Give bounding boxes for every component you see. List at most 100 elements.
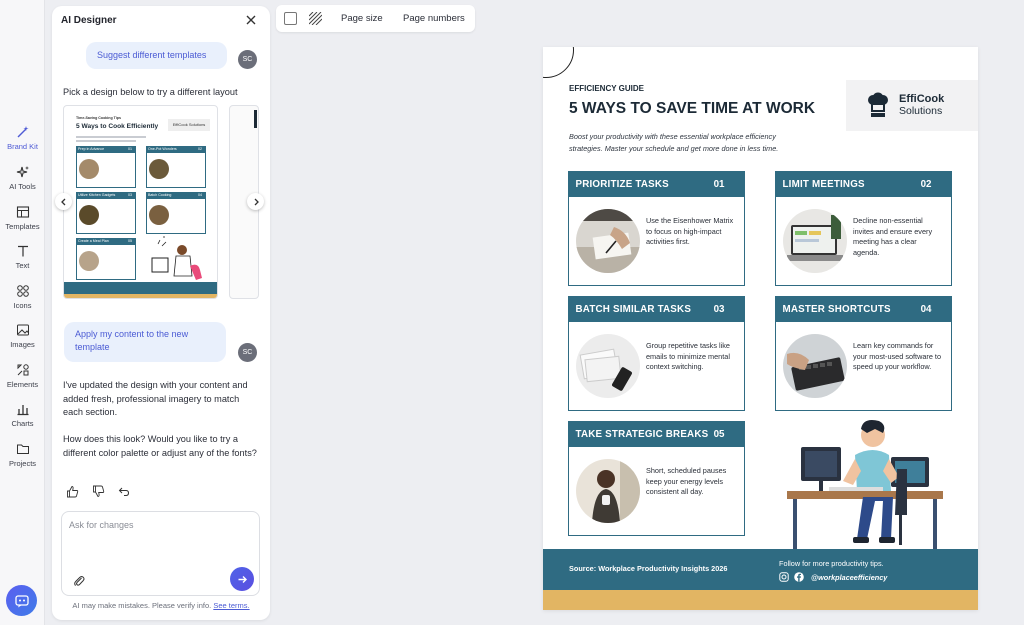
tip-header: LIMIT MEETINGS 02 <box>774 170 952 197</box>
tip-photo <box>783 334 847 398</box>
tip-number: 05 <box>713 428 725 440</box>
template-footer-gold <box>64 294 217 298</box>
rail-label: Text <box>15 261 30 270</box>
tip-card[interactable]: BATCH SIMILAR TASKS 03 Group repetitive … <box>567 295 745 411</box>
rail-label: AI Tools <box>9 182 36 191</box>
tip-text: Use the Eisenhower Matrix to focus on hi… <box>646 216 734 247</box>
rail-projects[interactable]: Projects <box>0 442 45 480</box>
tip-text: Group repetitive tasks like emails to mi… <box>646 341 730 372</box>
tip-text: Learn key commands for your most-used so… <box>853 341 942 372</box>
terms-link[interactable]: See terms. <box>213 601 249 610</box>
carousel-next-button[interactable] <box>247 193 264 210</box>
template-photo <box>79 205 99 225</box>
template-section-num: 05 <box>128 239 132 243</box>
brand-logo: EffiCook Solutions <box>846 80 978 131</box>
page-size-button[interactable]: Page size <box>341 5 383 32</box>
chat-input[interactable] <box>69 520 249 560</box>
rail-label: Projects <box>8 459 37 468</box>
magic-wand-icon <box>17 126 29 138</box>
tip-number: 02 <box>920 178 932 190</box>
pattern-icon[interactable] <box>309 12 322 25</box>
template-footer-band <box>64 282 217 294</box>
tip-header: TAKE STRATEGIC BREAKS 05 <box>567 420 745 447</box>
rail-elements[interactable]: Elements <box>0 363 45 401</box>
chat-input-box <box>61 511 260 596</box>
sparkles-icon <box>16 166 29 178</box>
thumbs-up-icon[interactable] <box>66 485 79 498</box>
tip-card[interactable]: LIMIT MEETINGS 02 Decline non-essential … <box>774 170 952 286</box>
tip-text: Short, scheduled pauses keep your energy… <box>646 466 727 497</box>
background-color-button[interactable] <box>284 12 297 25</box>
document-page[interactable]: EFFICIENCY GUIDE 5 WAYS TO SAVE TIME AT … <box>543 47 978 610</box>
assistant-message: I've updated the design with your conten… <box>63 380 248 417</box>
footer-source: Source: Workplace Productivity Insights … <box>569 564 728 573</box>
template-accent-bar <box>254 110 257 128</box>
page-numbers-button[interactable]: Page numbers <box>403 5 465 32</box>
chef-hat-icon <box>868 92 888 117</box>
left-rail: Brand Kit AI Tools Templates Text Icons … <box>0 0 45 625</box>
carousel-prev-button[interactable] <box>55 193 72 210</box>
tip-photo <box>576 459 640 523</box>
decorative-arc <box>543 47 574 78</box>
footer-gold-band <box>543 590 978 610</box>
tip-card[interactable]: TAKE STRATEGIC BREAKS 05 Short, schedule… <box>567 420 745 536</box>
send-button[interactable] <box>230 567 254 591</box>
rail-charts[interactable]: Charts <box>0 402 45 440</box>
elements-icon <box>17 364 29 376</box>
paperclip-icon[interactable] <box>72 574 86 588</box>
instagram-icon <box>779 572 789 582</box>
footer-follow: Follow for more productivity tips. <box>779 559 884 568</box>
document-title: 5 WAYS TO SAVE TIME AT WORK <box>569 100 816 117</box>
rail-images[interactable]: Images <box>0 323 45 361</box>
image-icon <box>16 324 29 336</box>
folder-icon <box>16 444 29 454</box>
rail-label: Elements <box>6 380 39 389</box>
tip-card[interactable]: PRIORITIZE TASKS 01 Use the Eisenhower M… <box>567 170 745 286</box>
thumbs-down-icon[interactable] <box>92 485 105 498</box>
rail-ai-tools[interactable]: AI Tools <box>0 165 45 203</box>
chat-bot-icon <box>14 594 29 607</box>
tip-photo <box>576 334 640 398</box>
tip-text: Decline non-essential invites and ensure… <box>853 216 933 257</box>
footer-handle: @workplaceefficiency <box>811 573 888 582</box>
tip-header: PRIORITIZE TASKS 01 <box>567 170 745 197</box>
tip-photo <box>576 209 640 273</box>
tip-title: PRIORITIZE TASKS <box>575 178 669 190</box>
template-photo <box>149 159 169 179</box>
feedback-actions <box>66 485 136 499</box>
bar-chart-icon <box>17 405 28 416</box>
tip-header: BATCH SIMILAR TASKS 03 <box>567 295 745 322</box>
rail-text[interactable]: Text <box>0 244 45 282</box>
brand-name: EffiCook <box>899 93 945 105</box>
undo-icon[interactable] <box>118 486 130 497</box>
ai-assistant-button[interactable] <box>6 585 37 616</box>
rail-brand-kit[interactable]: Brand Kit <box>0 125 45 163</box>
template-section-num: 03 <box>128 193 132 197</box>
template-section-title: Batch Cooking <box>148 193 172 197</box>
rail-label: Icons <box>13 301 32 310</box>
shapes-icon <box>16 285 29 297</box>
tip-card[interactable]: MASTER SHORTCUTS 04 Learn key commands f… <box>774 295 952 411</box>
user-message: Apply my content to the new template <box>64 322 226 362</box>
close-icon[interactable] <box>244 13 258 27</box>
tip-title: MASTER SHORTCUTS <box>782 303 891 315</box>
template-text-line <box>76 140 136 142</box>
rail-templates[interactable]: Templates <box>0 205 45 243</box>
templates-icon <box>16 206 29 218</box>
brand-subtitle: Solutions <box>899 105 943 117</box>
rail-icons[interactable]: Icons <box>0 284 45 322</box>
template-section-title: Utilize Kitchen Gadgets <box>78 193 116 197</box>
tip-header: MASTER SHORTCUTS 04 <box>774 295 952 322</box>
tip-number: 03 <box>713 303 725 315</box>
template-photo <box>79 251 99 271</box>
chevron-left-icon <box>60 198 65 205</box>
template-option[interactable]: Time-Saving Cooking Tips 5 Ways to Cook … <box>63 105 218 299</box>
template-section-title: One-Pot Wonders <box>148 147 177 151</box>
tip-number: 04 <box>920 303 932 315</box>
template-illustration <box>151 236 202 280</box>
tip-title: BATCH SIMILAR TASKS <box>575 303 692 315</box>
text-icon <box>17 245 28 257</box>
assistant-message: Pick a design below to try a different l… <box>63 87 238 97</box>
disclaimer-text: AI may make mistakes. Please verify info… <box>72 601 212 610</box>
template-section-num: 02 <box>198 147 202 151</box>
